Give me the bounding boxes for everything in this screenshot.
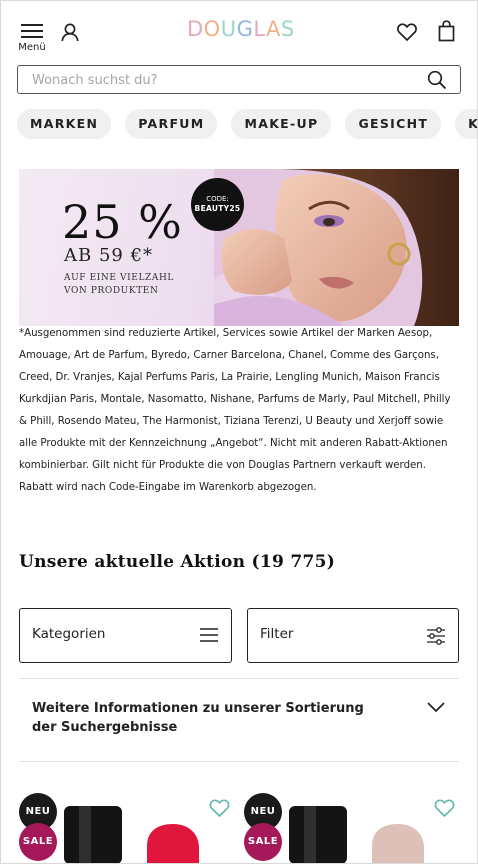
category-chip-marken[interactable]: MARKEN: [17, 109, 112, 139]
categories-button-label: Kategorien: [32, 626, 106, 642]
divider: [19, 678, 459, 679]
sale-badge: SALE: [19, 823, 57, 861]
listing-heading: Unsere aktuelle Aktion (19 775): [19, 552, 336, 572]
hamburger-icon: [21, 24, 43, 38]
wishlist-heart-icon[interactable]: [434, 799, 455, 817]
heart-icon[interactable]: [397, 23, 417, 41]
promo-code-label: CODE:: [206, 195, 229, 203]
model-image: [214, 169, 459, 326]
shopping-bag-icon[interactable]: [438, 20, 455, 42]
chevron-down-icon[interactable]: [426, 701, 446, 713]
promo-code-value: BEAUTY25: [194, 204, 241, 213]
product-card[interactable]: NEU SALE: [19, 790, 234, 864]
promo-code-badge: CODE: BEAUTY25: [191, 178, 244, 231]
promo-note-line1: AUF EINE VIELZAHL: [64, 273, 174, 283]
promo-headline: 25 %: [62, 195, 183, 249]
category-chip-parfum[interactable]: PARFUM: [125, 109, 218, 139]
filter-sliders-icon: [427, 627, 445, 645]
wishlist-heart-icon[interactable]: [209, 799, 230, 817]
category-chip-gesicht[interactable]: GESICHT: [345, 109, 442, 139]
douglas-logo[interactable]: DOUGLAS: [187, 16, 294, 42]
header: Menü DOUGLAS: [0, 0, 478, 62]
promo-note-line2: VON PRODUKTEN: [64, 286, 159, 296]
category-nav: MARKEN PARFUM MAKE-UP GESICHT KÖRPER: [17, 109, 478, 139]
sorting-info-toggle[interactable]: Weitere Informationen zu unserer Sortier…: [32, 699, 382, 737]
promo-subline: AB 59 €*: [64, 245, 154, 266]
promo-banner[interactable]: 25 % AB 59 €* AUF EINE VIELZAHL VON PROD…: [19, 169, 459, 326]
menu-button[interactable]: Menü: [17, 20, 47, 60]
promo-note: AUF EINE VIELZAHL VON PRODUKTEN: [64, 272, 184, 298]
menu-label: Menü: [18, 42, 46, 53]
lipstick-image: [289, 806, 424, 864]
promo-disclaimer: *Ausgenommen sind reduzierte Artikel, Se…: [19, 328, 451, 493]
lipstick-image: [64, 806, 199, 864]
user-icon[interactable]: [61, 23, 79, 42]
filter-button-label: Filter: [260, 626, 294, 642]
category-chip-koerper[interactable]: KÖRPER: [455, 109, 478, 139]
categories-button[interactable]: Kategorien: [19, 608, 232, 663]
category-chip-make-up[interactable]: MAKE-UP: [231, 109, 332, 139]
sale-badge: SALE: [244, 823, 282, 861]
product-card[interactable]: NEU SALE: [244, 790, 459, 864]
filter-button[interactable]: Filter: [247, 608, 459, 663]
list-icon: [200, 628, 218, 642]
search-input[interactable]: [32, 70, 412, 90]
search-bar: [17, 65, 461, 94]
divider: [19, 761, 459, 762]
search-icon[interactable]: [427, 70, 447, 90]
